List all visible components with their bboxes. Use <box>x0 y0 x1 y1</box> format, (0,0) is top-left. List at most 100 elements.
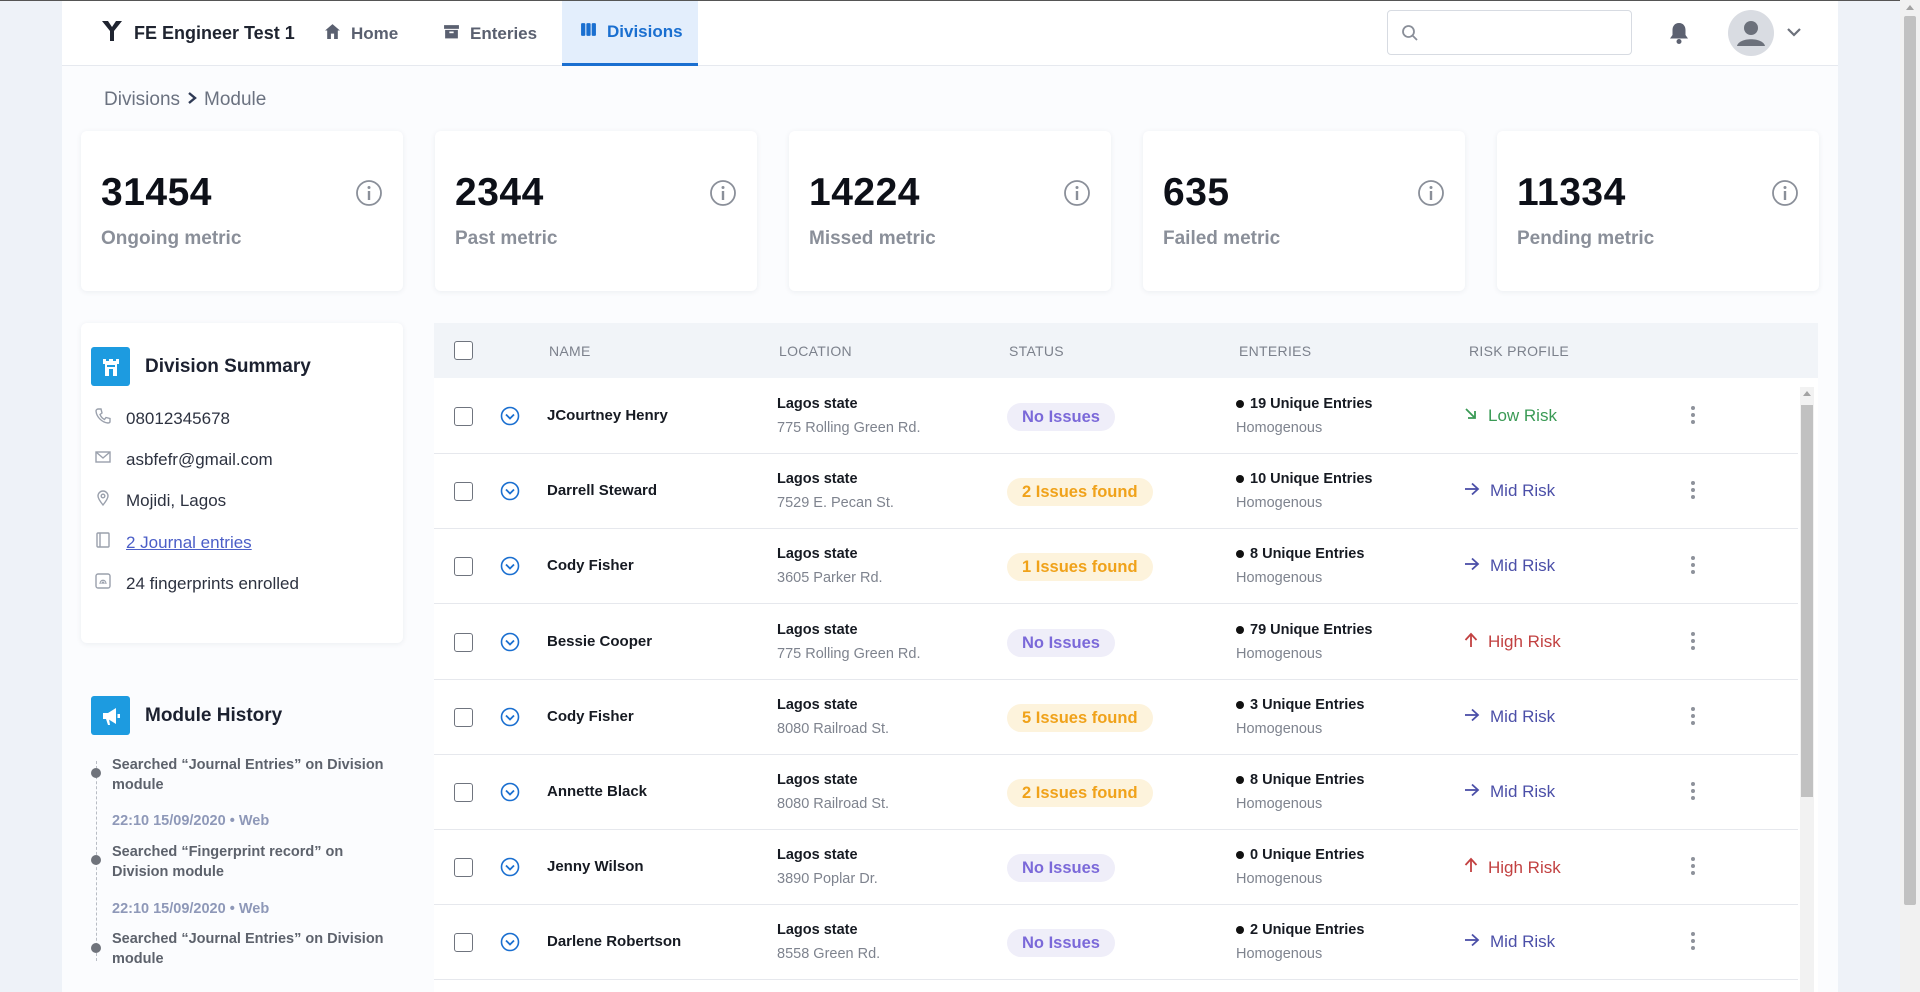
table-row[interactable]: Cody Fisher Lagos state 8080 Railroad St… <box>434 679 1798 755</box>
row-checkbox[interactable] <box>454 632 473 652</box>
info-icon[interactable] <box>355 179 383 212</box>
risk-arrow-icon <box>1464 632 1478 653</box>
table-scrollbar[interactable] <box>1800 387 1814 992</box>
journal-entries-link[interactable]: 2 Journal entries <box>126 533 252 553</box>
row-checkbox[interactable] <box>454 407 473 426</box>
scroll-up-arrow-icon[interactable] <box>1906 5 1914 10</box>
info-icon[interactable] <box>1771 179 1799 212</box>
divisions-icon <box>580 21 597 43</box>
column-header-location[interactable]: LOCATION <box>779 343 852 359</box>
phone-icon <box>94 407 112 430</box>
table-row[interactable]: Bessie Cooper Lagos state 775 Rolling Gr… <box>434 604 1798 680</box>
row-checkbox[interactable] <box>454 858 473 878</box>
expand-chevron-icon[interactable] <box>500 857 520 882</box>
window-scrollbar[interactable] <box>1900 0 1920 992</box>
nav-tab-enteries[interactable]: Enteries <box>425 1 555 66</box>
more-options-icon[interactable] <box>1689 856 1697 881</box>
risk-profile: Mid Risk <box>1464 481 1555 501</box>
metric-value: 14224 <box>809 171 920 214</box>
info-icon[interactable] <box>709 179 737 212</box>
row-checkbox[interactable] <box>454 783 473 802</box>
expand-chevron-icon[interactable] <box>500 932 520 957</box>
search-input[interactable] <box>1387 10 1632 55</box>
risk-profile: Mid Risk <box>1464 782 1555 802</box>
column-header-risk-profile[interactable]: RISK PROFILE <box>1469 343 1569 359</box>
row-entries-type: Homogenous <box>1236 495 1323 512</box>
risk-label: Low Risk <box>1488 406 1557 425</box>
row-entries: 3 Unique Entries <box>1236 697 1364 713</box>
expand-chevron-icon[interactable] <box>500 481 520 506</box>
row-checkbox[interactable] <box>454 933 473 953</box>
expand-chevron-icon[interactable] <box>500 556 520 581</box>
more-options-icon[interactable] <box>1689 706 1697 731</box>
row-checkbox[interactable] <box>454 557 473 577</box>
row-entries: 2 Unique Entries <box>1236 922 1364 938</box>
row-name: JCourtney Henry <box>547 407 668 424</box>
scrollbar-thumb[interactable] <box>1801 405 1813 797</box>
location-pin-icon <box>94 489 112 512</box>
more-options-icon[interactable] <box>1689 931 1697 956</box>
table-row[interactable]: JCourtney Henry Lagos state 775 Rolling … <box>434 379 1798 454</box>
row-entries: 0 Unique Entries <box>1236 847 1364 863</box>
brand[interactable]: FE Engineer Test 1 <box>100 19 295 48</box>
scroll-up-arrow-icon[interactable] <box>1803 391 1811 396</box>
info-icon[interactable] <box>1417 179 1445 212</box>
column-header-status[interactable]: STATUS <box>1009 343 1064 359</box>
status-badge: No Issues <box>1007 403 1115 431</box>
select-all-checkbox[interactable] <box>454 341 473 360</box>
column-header-enteries[interactable]: ENTERIES <box>1239 343 1311 359</box>
journal-icon <box>94 531 112 554</box>
metric-label: Ongoing metric <box>101 228 242 249</box>
row-checkbox[interactable] <box>454 482 473 502</box>
row-entries: 10 Unique Entries <box>1236 471 1372 487</box>
metric-label: Failed metric <box>1163 228 1281 249</box>
row-entries-count: 2 Unique Entries <box>1250 922 1365 939</box>
more-options-icon[interactable] <box>1689 631 1697 656</box>
metric-value: 635 <box>1163 171 1230 214</box>
row-name: Cody Fisher <box>547 707 634 725</box>
expand-chevron-icon[interactable] <box>500 406 520 431</box>
risk-label: Mid Risk <box>1490 481 1556 501</box>
chevron-down-icon[interactable] <box>1786 25 1802 43</box>
bullet-dot-icon <box>1236 700 1244 709</box>
notification-bell-icon[interactable] <box>1668 21 1690 50</box>
breadcrumb-parent[interactable]: Divisions <box>104 89 180 111</box>
table-header: NAME LOCATION STATUS ENTERIES RISK PROFI… <box>434 323 1818 378</box>
row-location-state: Lagos state <box>777 696 858 713</box>
metric-label: Past metric <box>455 228 558 249</box>
info-icon[interactable] <box>1063 179 1091 212</box>
column-header-name[interactable]: NAME <box>549 343 591 359</box>
row-name: Darlene Robertson <box>547 933 682 951</box>
row-location-address: 775 Rolling Green Rd. <box>777 420 921 436</box>
nav-tab-divisions[interactable]: Divisions <box>562 1 698 66</box>
more-options-icon[interactable] <box>1689 781 1697 806</box>
table-row[interactable]: Annette Black Lagos state 8080 Railroad … <box>434 755 1798 830</box>
timeline-dot <box>91 943 101 953</box>
building-icon <box>91 347 130 386</box>
top-navbar: FE Engineer Test 1 Home Enteries Divisio… <box>62 1 1838 66</box>
risk-arrow-icon <box>1464 782 1480 802</box>
metric-card-past: 2344 Past metric <box>435 131 757 291</box>
app-container: FE Engineer Test 1 Home Enteries Divisio… <box>62 1 1838 992</box>
scrollbar-thumb[interactable] <box>1904 16 1916 905</box>
history-item-meta: 22:10 15/09/2020 • Web <box>112 901 269 917</box>
summary-fingerprints-value: 24 fingerprints enrolled <box>126 573 299 593</box>
nav-tab-home[interactable]: Home <box>306 1 416 66</box>
separator-dot-icon: • <box>229 813 239 829</box>
table-row[interactable]: Cody Fisher Lagos state 3605 Parker Rd. … <box>434 529 1798 605</box>
expand-chevron-icon[interactable] <box>500 782 520 807</box>
more-options-icon[interactable] <box>1689 405 1697 430</box>
row-entries-type: Homogenous <box>1236 645 1323 662</box>
more-options-icon[interactable] <box>1689 555 1697 580</box>
risk-profile: Mid Risk <box>1464 707 1555 727</box>
row-checkbox[interactable] <box>454 707 473 727</box>
user-avatar[interactable] <box>1728 10 1774 56</box>
table-row[interactable]: Darrell Steward Lagos state 7529 E. Peca… <box>434 454 1798 530</box>
expand-chevron-icon[interactable] <box>500 632 520 657</box>
table-row[interactable]: Darlene Robertson Lagos state 8558 Green… <box>434 905 1798 981</box>
metric-card-missed: 14224 Missed metric <box>789 131 1111 291</box>
table-row[interactable]: Jenny Wilson Lagos state 3890 Poplar Dr.… <box>434 830 1798 906</box>
expand-chevron-icon[interactable] <box>500 707 520 732</box>
more-options-icon[interactable] <box>1689 480 1697 505</box>
risk-profile: Mid Risk <box>1464 932 1555 952</box>
